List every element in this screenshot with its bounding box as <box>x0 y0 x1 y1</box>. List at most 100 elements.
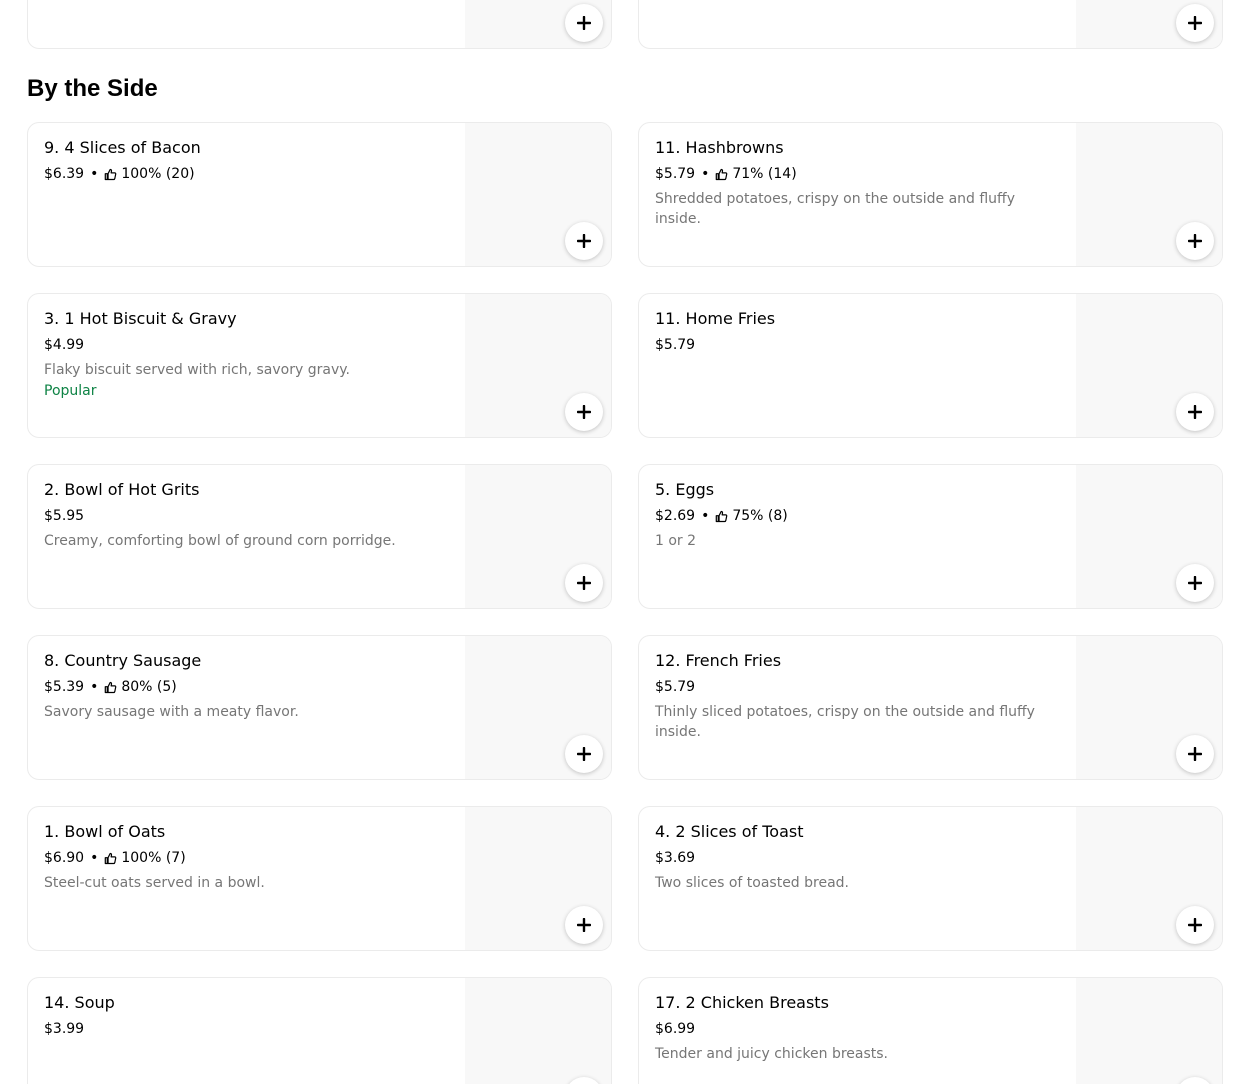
item-meta: $6.39 • 100% (20) <box>44 165 195 183</box>
item-price: $6.90 <box>44 850 85 866</box>
menu-item-card[interactable]: 11. Home Fries $5.79 <box>638 293 1223 438</box>
plus-icon <box>577 234 591 248</box>
item-title: 5. Eggs <box>655 480 715 499</box>
item-description: 1 or 2 <box>655 533 697 549</box>
plus-icon <box>1188 918 1202 932</box>
item-meta: $5.79 • 71% (14) <box>655 165 797 183</box>
menu-item-card[interactable]: 3. 1 Hot Biscuit & Gravy $4.99 Flaky biscu… <box>27 293 612 438</box>
add-to-cart-button[interactable] <box>565 222 603 260</box>
menu-page: By the Side 9. 4 Slices of Bacon $6.39 • 10… <box>0 0 1250 1084</box>
item-description: Steel-cut oats served in a bowl. <box>44 875 265 891</box>
section-title: By the Side <box>27 75 158 102</box>
menu-item-card-partial[interactable] <box>27 0 612 49</box>
thumbs-up-icon <box>105 852 117 864</box>
item-price: $3.99 <box>44 1021 85 1037</box>
add-to-cart-button[interactable] <box>1176 906 1214 944</box>
menu-item-card[interactable]: 1. Bowl of Oats $6.90 • 100% (7) Steel-cut o… <box>27 806 612 951</box>
meta-separator: • <box>701 508 710 524</box>
add-to-cart-button[interactable] <box>1176 735 1214 773</box>
item-title: 17. 2 Chicken Breasts <box>655 993 829 1012</box>
meta-separator: • <box>90 166 99 182</box>
meta-separator: • <box>701 166 710 182</box>
popular-badge: Popular <box>44 383 97 399</box>
item-price: $4.99 <box>44 337 85 353</box>
meta-separator: • <box>90 679 99 695</box>
item-rating: 100% (20) <box>121 166 195 182</box>
item-meta: $4.99 <box>44 336 84 354</box>
item-meta: $5.95 <box>44 507 84 525</box>
item-rating: 100% (7) <box>121 850 186 866</box>
menu-item-card[interactable]: 9. 4 Slices of Bacon $6.39 • 100% (20) <box>27 122 612 267</box>
item-price: $6.99 <box>655 1021 696 1037</box>
add-to-cart-button[interactable] <box>1176 393 1214 431</box>
menu-item-card[interactable]: 4. 2 Slices of Toast $3.69 Two slices of t… <box>638 806 1223 951</box>
item-rating: 80% (5) <box>121 679 177 695</box>
item-price: $6.39 <box>44 166 85 182</box>
item-meta: $6.99 <box>655 1020 695 1038</box>
menu-item-card[interactable]: 2. Bowl of Hot Grits $5.95 Creamy, comfort… <box>27 464 612 609</box>
menu-item-card[interactable]: 14. Soup $3.99 <box>27 977 612 1084</box>
item-meta: $6.90 • 100% (7) <box>44 849 186 867</box>
item-price: $5.39 <box>44 679 85 695</box>
item-meta: $5.39 • 80% (5) <box>44 678 177 696</box>
plus-icon <box>577 405 591 419</box>
thumbs-up-icon <box>105 681 117 693</box>
add-to-cart-button[interactable] <box>1176 564 1214 602</box>
item-description: Flaky biscuit served with rich, savory g… <box>44 362 350 378</box>
plus-icon <box>1188 16 1202 30</box>
menu-item-card[interactable]: 5. Eggs $2.69 • 75% (8) 1 or 2 <box>638 464 1223 609</box>
item-title: 1. Bowl of Oats <box>44 822 166 841</box>
menu-item-card[interactable]: 12. French Fries $5.79 Thinly sliced potat… <box>638 635 1223 780</box>
item-title: 14. Soup <box>44 993 115 1012</box>
item-description: Savory sausage with a meaty flavor. <box>44 704 299 720</box>
meta-separator: • <box>90 850 99 866</box>
add-to-cart-button[interactable] <box>565 564 603 602</box>
plus-icon <box>577 747 591 761</box>
item-title: 12. French Fries <box>655 651 782 670</box>
add-to-cart-button[interactable] <box>1176 222 1214 260</box>
plus-icon <box>577 16 591 30</box>
item-description: Tender and juicy chicken breasts. <box>655 1046 888 1062</box>
plus-icon <box>577 576 591 590</box>
item-title: 11. Hashbrowns <box>655 138 784 157</box>
item-title: 11. Home Fries <box>655 309 776 328</box>
item-title: 2. Bowl of Hot Grits <box>44 480 200 499</box>
item-price: $5.79 <box>655 679 696 695</box>
thumbs-up-icon <box>105 168 117 180</box>
item-rating: 75% (8) <box>732 508 788 524</box>
item-title: 3. 1 Hot Biscuit & Gravy <box>44 309 237 328</box>
item-rating: 71% (14) <box>732 166 797 182</box>
item-description: Two slices of toasted bread. <box>655 875 850 891</box>
item-meta: $5.79 <box>655 678 695 696</box>
item-meta: $2.69 • 75% (8) <box>655 507 788 525</box>
plus-icon <box>1188 405 1202 419</box>
item-title: 8. Country Sausage <box>44 651 202 670</box>
add-to-cart-button[interactable] <box>565 4 603 42</box>
item-meta: $3.99 <box>44 1020 84 1038</box>
item-title: 4. 2 Slices of Toast <box>655 822 804 841</box>
item-description: Shredded potatoes, crispy on the outside… <box>655 191 1015 227</box>
item-price: $5.79 <box>655 337 696 353</box>
menu-item-card[interactable]: 11. Hashbrowns $5.79 • 71% (14) Shredded pot… <box>638 122 1223 267</box>
plus-icon <box>577 918 591 932</box>
item-meta: $3.69 <box>655 849 695 867</box>
item-price: $5.95 <box>44 508 85 524</box>
item-description: Thinly sliced potatoes, crispy on the ou… <box>655 704 1035 740</box>
add-to-cart-button[interactable] <box>565 393 603 431</box>
plus-icon <box>1188 747 1202 761</box>
item-description: Creamy, comforting bowl of ground corn p… <box>44 533 396 549</box>
thumbs-up-icon <box>716 510 728 522</box>
item-image-placeholder <box>1076 978 1222 1084</box>
plus-icon <box>1188 234 1202 248</box>
add-to-cart-button[interactable] <box>565 906 603 944</box>
plus-icon <box>1188 576 1202 590</box>
menu-item-card[interactable]: 8. Country Sausage $5.39 • 80% (5) Savory sa… <box>27 635 612 780</box>
item-price: $3.69 <box>655 850 696 866</box>
add-to-cart-button[interactable] <box>565 735 603 773</box>
add-to-cart-button[interactable] <box>1176 4 1214 42</box>
item-price: $5.79 <box>655 166 696 182</box>
item-image-placeholder <box>465 978 611 1084</box>
menu-item-card-partial[interactable] <box>638 0 1223 49</box>
item-title: 9. 4 Slices of Bacon <box>44 138 201 157</box>
menu-item-card[interactable]: 17. 2 Chicken Breasts $6.99 Tender and jui… <box>638 977 1223 1084</box>
